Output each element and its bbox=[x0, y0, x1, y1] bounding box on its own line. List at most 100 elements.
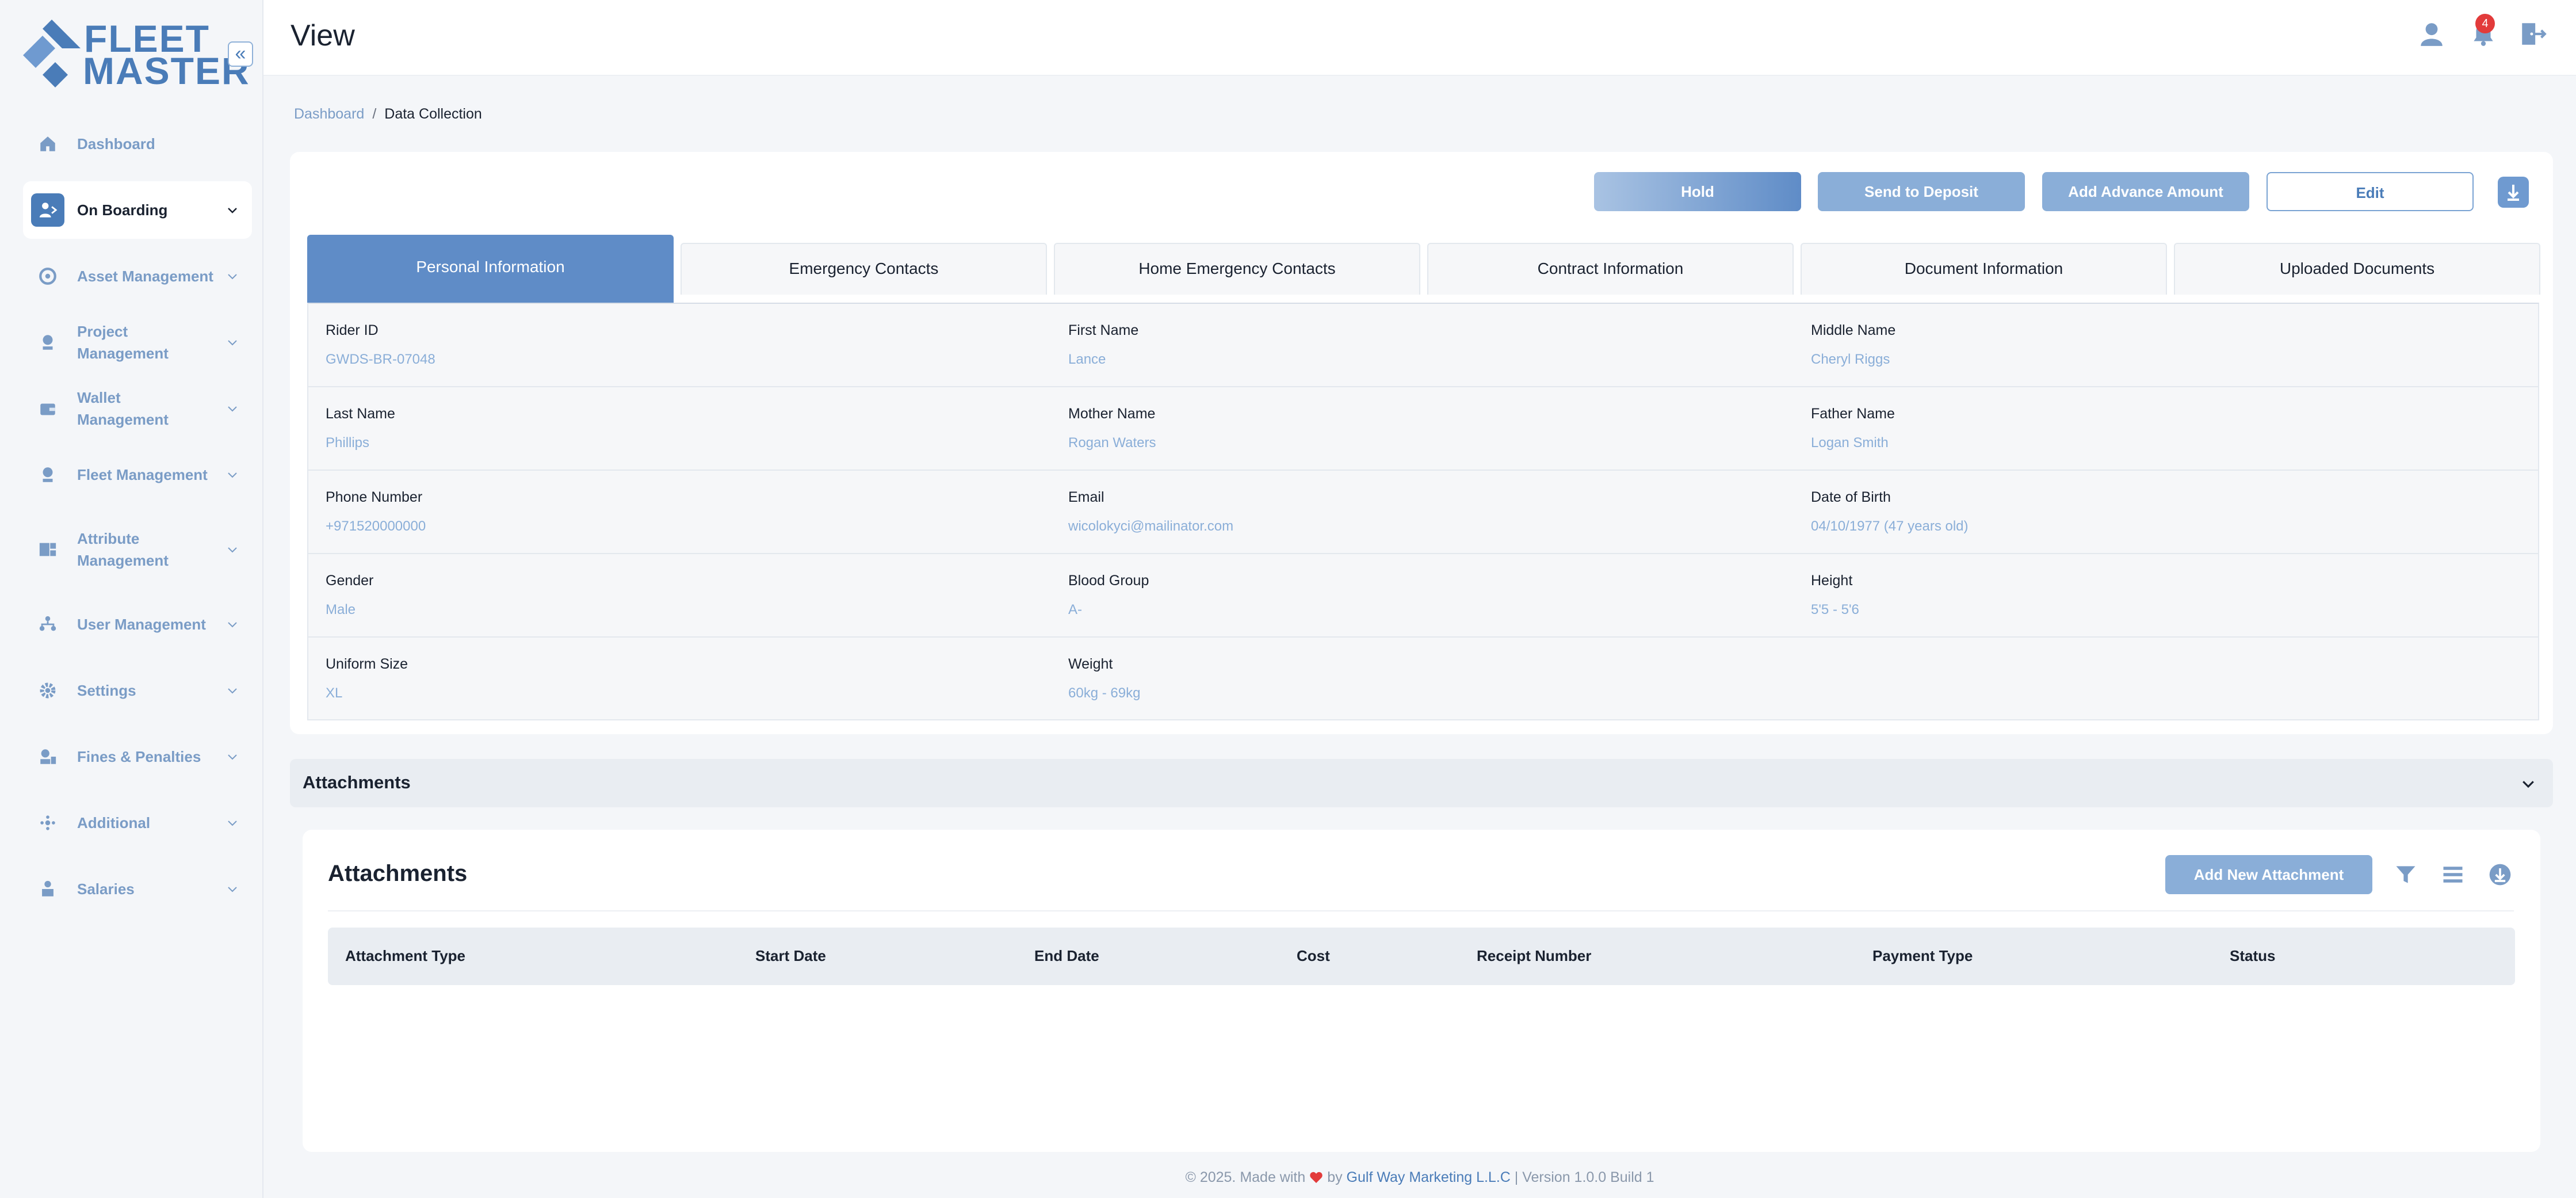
chevron-down-icon bbox=[228, 547, 237, 553]
chevron-down-icon bbox=[228, 887, 237, 892]
attribute-icon bbox=[31, 533, 64, 566]
sidebar-item-label: Fines & Penalties bbox=[77, 748, 201, 765]
sidebar-item-label: Attribute Management bbox=[77, 530, 169, 569]
info-row: Last Name Phillips Mother Name Rogan Water… bbox=[308, 387, 2538, 471]
chevron-down-icon bbox=[228, 754, 237, 760]
field-phone-number: Phone Number +971520000000 bbox=[326, 489, 426, 535]
tab-personal-information[interactable]: Personal Information bbox=[307, 235, 674, 303]
sidebar-item-project-management[interactable]: Project Management bbox=[23, 314, 252, 371]
column-header-cost[interactable]: Cost bbox=[1297, 947, 1330, 965]
chevron-down-icon bbox=[2523, 781, 2534, 788]
hold-button[interactable]: Hold bbox=[1594, 172, 1801, 211]
heart-icon bbox=[1310, 1172, 1323, 1183]
edit-button[interactable]: Edit bbox=[2267, 172, 2474, 211]
field-label: Phone Number bbox=[326, 489, 423, 505]
field-label: Father Name bbox=[1811, 406, 1895, 422]
column-header-receipt-number[interactable]: Receipt Number bbox=[1477, 947, 1591, 965]
field-last-name: Last Name Phillips bbox=[326, 406, 395, 451]
add-advance-amount-button[interactable]: Add Advance Amount bbox=[2042, 172, 2249, 211]
field-email: Email wicolokyci@mailinator.com bbox=[1068, 489, 1233, 535]
breadcrumb-link-dashboard[interactable]: Dashboard bbox=[294, 106, 364, 122]
sidebar-item-asset-management[interactable]: Asset Management bbox=[23, 247, 252, 305]
accordion-title: Attachments bbox=[303, 772, 411, 792]
column-header-start-date[interactable]: Start Date bbox=[755, 947, 826, 965]
tab-contract-information[interactable]: Contract Information bbox=[1427, 243, 1794, 295]
asset-icon bbox=[31, 260, 64, 293]
info-row: Rider ID GWDS-BR-07048 First Name Lance Mi… bbox=[308, 304, 2538, 387]
chevron-down-icon bbox=[228, 821, 237, 826]
sidebar-item-additional[interactable]: Additional bbox=[23, 794, 252, 852]
sidebar-item-label: Dashboard bbox=[77, 135, 155, 152]
column-header-end-date[interactable]: End Date bbox=[1034, 947, 1099, 965]
field-label: First Name bbox=[1068, 322, 1139, 338]
logo-mark-icon bbox=[23, 20, 81, 87]
sidebar-nav: Dashboard On Boarding Asset Management P… bbox=[23, 115, 252, 926]
sidebar-item-dashboard[interactable]: Dashboard bbox=[23, 115, 252, 173]
sidebar-item-attribute-management[interactable]: Attribute Management bbox=[23, 512, 252, 587]
field-label: Mother Name bbox=[1068, 406, 1156, 422]
sidebar-item-wallet-management[interactable]: Wallet Management bbox=[23, 380, 252, 437]
field-label: Height bbox=[1811, 573, 1853, 589]
send-to-deposit-button[interactable]: Send to Deposit bbox=[1818, 172, 2025, 211]
tab-document-information[interactable]: Document Information bbox=[1801, 243, 2167, 295]
sidebar-item-label: Fleet Management bbox=[77, 466, 208, 483]
breadcrumb-separator: / bbox=[372, 106, 377, 122]
field-value: Cheryl Riggs bbox=[1811, 352, 1890, 367]
column-header-status[interactable]: Status bbox=[2230, 947, 2275, 965]
field-label: Last Name bbox=[326, 406, 395, 422]
sidebar-item-label: Asset Management bbox=[77, 268, 213, 285]
sidebar-item-fines-penalties[interactable]: Fines & Penalties bbox=[23, 728, 252, 785]
field-value: 04/10/1977 (47 years old) bbox=[1811, 518, 1969, 534]
sidebar-item-on-boarding[interactable]: On Boarding bbox=[23, 181, 252, 239]
sidebar-item-salaries[interactable]: Salaries bbox=[23, 860, 252, 918]
user-profile-icon[interactable] bbox=[2417, 20, 2446, 48]
sidebar-item-label: Settings bbox=[77, 682, 136, 699]
sidebar-item-user-management[interactable]: User Management bbox=[23, 596, 252, 653]
field-rider-id: Rider ID GWDS-BR-07048 bbox=[326, 322, 435, 368]
field-value: +971520000000 bbox=[326, 518, 426, 534]
notification-badge: 4 bbox=[2475, 14, 2495, 33]
footer: © 2025. Made with by Gulf Way Marketing … bbox=[263, 1152, 2576, 1198]
app-logo[interactable]: FLEET MASTER bbox=[23, 17, 249, 92]
download-icon[interactable] bbox=[2487, 862, 2513, 887]
additional-icon bbox=[31, 806, 64, 840]
fines-icon bbox=[31, 740, 64, 773]
info-row: Phone Number +971520000000 Email wicolokyc… bbox=[308, 471, 2538, 554]
field-label: Gender bbox=[326, 573, 374, 589]
tab-emergency-contacts[interactable]: Emergency Contacts bbox=[681, 243, 1047, 295]
sidebar-item-settings[interactable]: Settings bbox=[23, 662, 252, 719]
sidebar-item-label: On Boarding bbox=[77, 201, 168, 219]
home-icon bbox=[31, 127, 64, 161]
field-value: Rogan Waters bbox=[1068, 435, 1156, 451]
field-father-name: Father Name Logan Smith bbox=[1811, 406, 1895, 451]
footer-copyright: © 2025. Made with bbox=[1185, 1169, 1306, 1185]
attachments-card: Attachments Add New Attachment Attachmen… bbox=[303, 830, 2540, 1152]
download-button[interactable] bbox=[2498, 177, 2529, 208]
gear-icon bbox=[31, 674, 64, 707]
attachments-table-header: Attachment Type Start Date End Date Cost… bbox=[328, 928, 2515, 985]
logout-icon[interactable] bbox=[2518, 20, 2547, 48]
filter-icon[interactable] bbox=[2393, 862, 2418, 887]
collapse-sidebar-button[interactable]: « bbox=[228, 41, 253, 67]
column-header-attachment-type[interactable]: Attachment Type bbox=[345, 947, 465, 965]
field-first-name: First Name Lance bbox=[1068, 322, 1138, 368]
attachments-accordion[interactable]: Attachments bbox=[290, 759, 2553, 807]
sidebar-item-label: Wallet Management bbox=[77, 389, 169, 428]
list-columns-icon[interactable] bbox=[2440, 862, 2466, 887]
footer-company-link[interactable]: Gulf Way Marketing L.L.C bbox=[1347, 1169, 1511, 1185]
tab-uploaded-documents[interactable]: Uploaded Documents bbox=[2174, 243, 2540, 295]
chevron-down-icon bbox=[228, 472, 237, 478]
field-label: Weight bbox=[1068, 656, 1113, 672]
add-new-attachment-button[interactable]: Add New Attachment bbox=[2165, 855, 2372, 894]
tab-home-emergency-contacts[interactable]: Home Emergency Contacts bbox=[1054, 243, 1420, 295]
breadcrumb-current: Data Collection bbox=[384, 106, 482, 122]
chevron-down-icon bbox=[228, 274, 237, 280]
fleet-icon bbox=[31, 458, 64, 491]
top-header: View bbox=[263, 0, 2576, 76]
sidebar-item-fleet-management[interactable]: Fleet Management bbox=[23, 446, 252, 503]
column-header-payment-type[interactable]: Payment Type bbox=[1872, 947, 1973, 965]
personal-information-panel: Rider ID GWDS-BR-07048 First Name Lance Mi… bbox=[307, 303, 2539, 720]
sidebar-item-label: User Management bbox=[77, 616, 206, 633]
field-label: Middle Name bbox=[1811, 322, 1896, 338]
chevron-down-icon bbox=[228, 622, 237, 628]
